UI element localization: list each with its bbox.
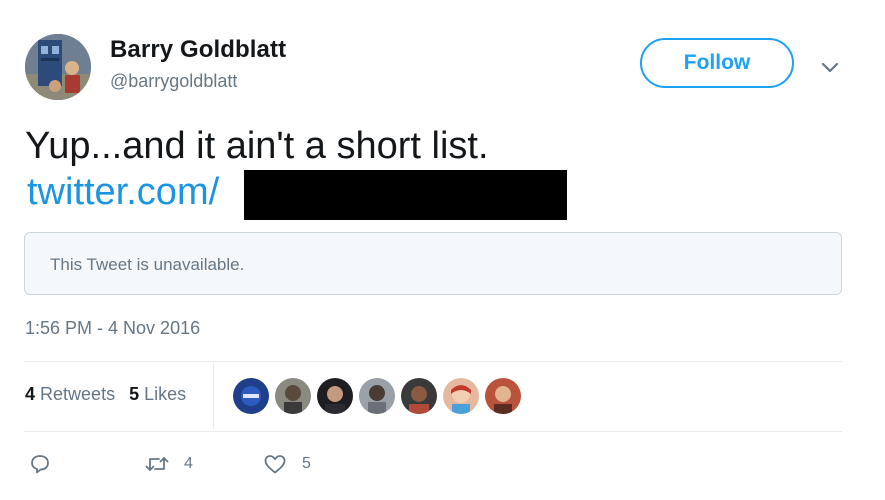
user-display-name[interactable]: Barry Goldblatt xyxy=(110,36,286,64)
user-avatar[interactable] xyxy=(25,34,91,100)
tweet-card: Barry Goldblatt @barrygoldblatt Follow Y… xyxy=(0,0,885,500)
follow-button[interactable]: Follow xyxy=(640,38,794,88)
stats-divider xyxy=(213,363,214,429)
likes-count: 5 xyxy=(129,384,140,404)
tweet-text: Yup...and it ain't a short list. xyxy=(25,125,489,167)
tweet-link[interactable]: twitter.com/ xyxy=(27,170,219,214)
retweet-count: 4 xyxy=(184,455,193,472)
retweets-stat[interactable]: 4 Retweets xyxy=(25,384,115,404)
tweet-timestamp[interactable]: 1:56 PM - 4 Nov 2016 xyxy=(25,318,200,339)
reply-button[interactable] xyxy=(28,452,52,476)
redaction-block xyxy=(244,170,567,220)
retweets-count: 4 xyxy=(25,384,36,404)
quoted-tweet-unavailable-text: This Tweet is unavailable. xyxy=(50,255,245,274)
likes-stat[interactable]: 5 Likes xyxy=(129,384,186,404)
liker-avatar[interactable] xyxy=(232,377,270,415)
retweet-arrows-icon xyxy=(145,457,169,471)
liker-avatar[interactable] xyxy=(400,377,438,415)
liker-avatar[interactable] xyxy=(274,377,312,415)
like-count: 5 xyxy=(302,455,311,472)
retweet-button[interactable]: 4 xyxy=(144,452,193,476)
liker-avatar[interactable] xyxy=(358,377,396,415)
like-button[interactable]: 5 xyxy=(262,452,311,476)
quoted-tweet-card: This Tweet is unavailable. xyxy=(24,232,842,295)
liker-avatar[interactable] xyxy=(442,377,480,415)
speech-bubble-icon xyxy=(31,455,49,474)
engagement-stats: 4 Retweets 5 Likes xyxy=(25,384,186,405)
divider xyxy=(24,361,842,362)
liker-avatar[interactable] xyxy=(484,377,522,415)
retweets-label: Retweets xyxy=(40,384,116,404)
chevron-down-icon[interactable] xyxy=(818,55,842,79)
divider xyxy=(24,431,842,432)
liker-avatar[interactable] xyxy=(316,377,354,415)
heart-icon xyxy=(264,455,286,474)
likes-label: Likes xyxy=(144,384,187,404)
user-handle[interactable]: @barrygoldblatt xyxy=(110,71,237,92)
